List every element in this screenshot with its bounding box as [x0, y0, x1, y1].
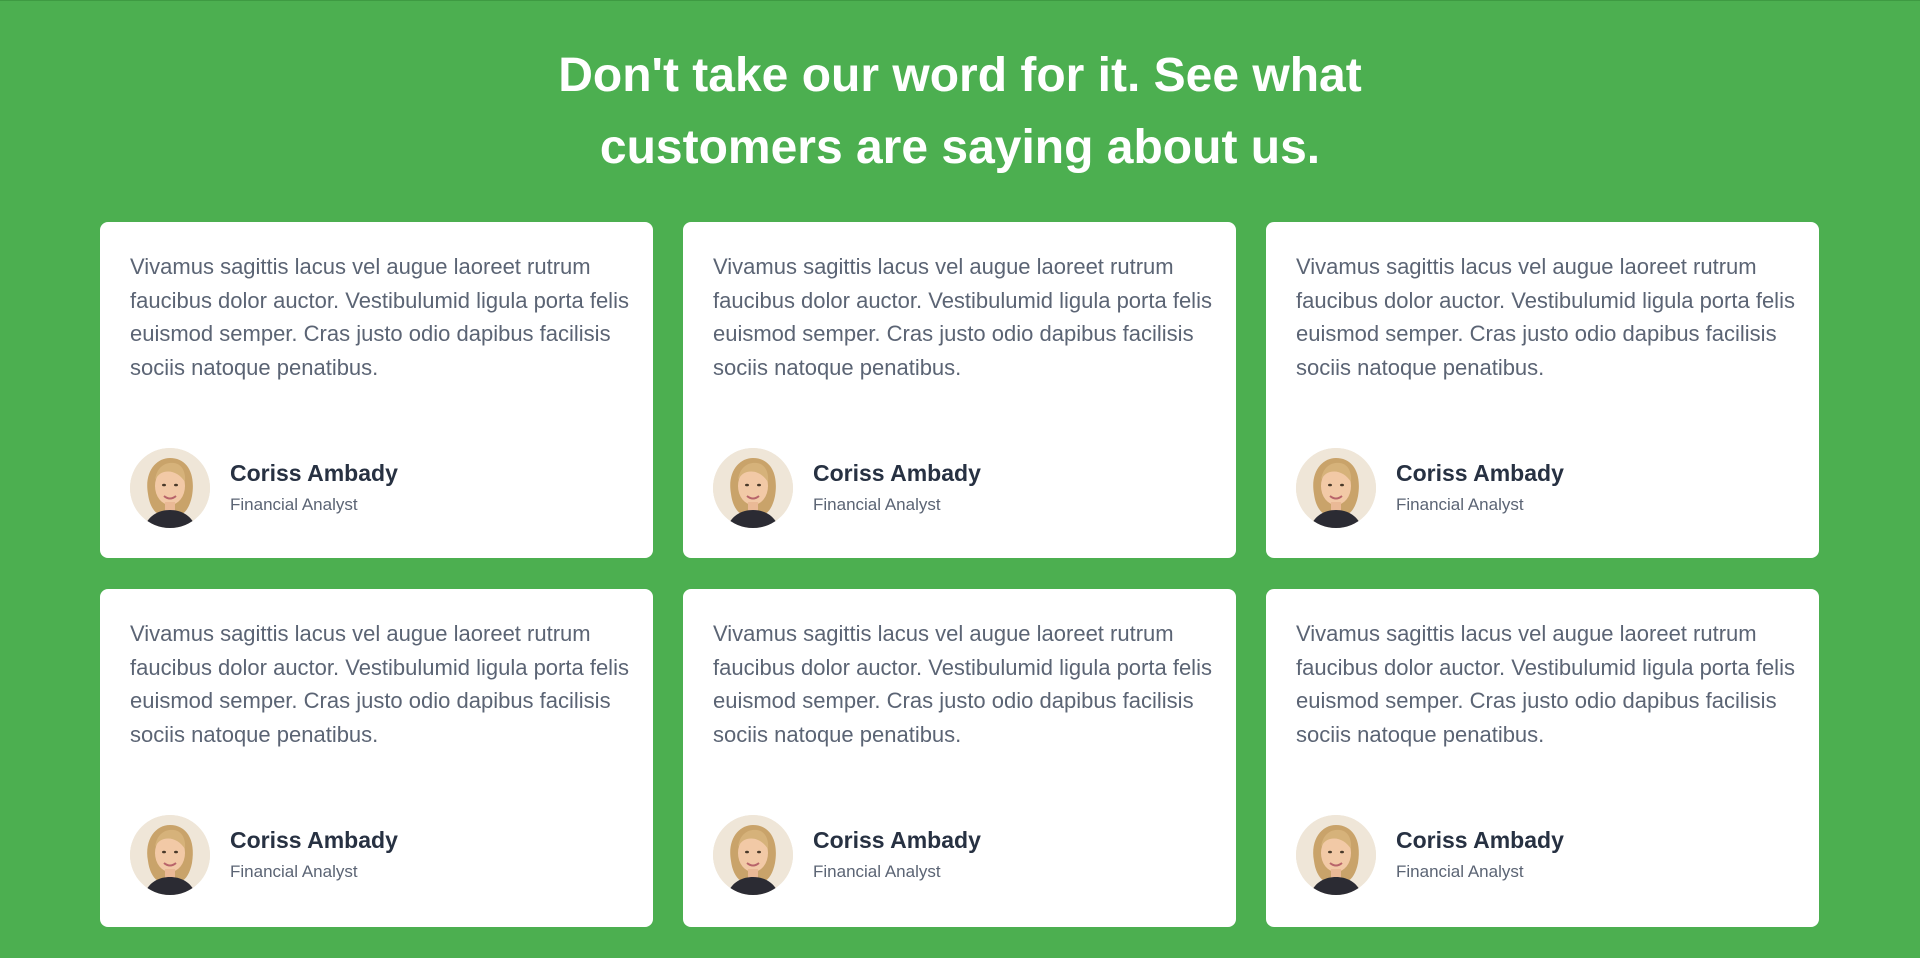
testimonial-card: Vivamus sagittis lacus vel augue laoreet… [1266, 222, 1819, 558]
person-avatar-icon [1296, 448, 1376, 528]
author-role: Financial Analyst [1396, 495, 1524, 514]
person-avatar-icon [713, 815, 793, 895]
testimonial-quote: Vivamus sagittis lacus vel augue laoreet… [130, 621, 629, 747]
testimonials-section: Don't take our word for it. See what cus… [0, 0, 1920, 958]
testimonial-author: Coriss Ambady Financial Analyst [130, 448, 623, 528]
author-name: Coriss Ambady [813, 460, 981, 486]
author-role: Financial Analyst [813, 495, 941, 514]
author-name: Coriss Ambady [230, 827, 398, 853]
author-role: Financial Analyst [230, 862, 358, 881]
author-name: Coriss Ambady [1396, 827, 1564, 853]
testimonial-grid: Vivamus sagittis lacus vel augue laoreet… [100, 222, 1820, 927]
testimonial-card: Vivamus sagittis lacus vel augue laoreet… [100, 589, 653, 927]
testimonial-author: Coriss Ambady Financial Analyst [713, 448, 1206, 528]
testimonial-author: Coriss Ambady Financial Analyst [130, 815, 623, 895]
author-info: Coriss Ambady Financial Analyst [1396, 825, 1564, 885]
heading-line-1: Don't take our word for it. See what [558, 49, 1362, 102]
testimonial-author: Coriss Ambady Financial Analyst [713, 815, 1206, 895]
heading-line-2: customers are saying about us. [599, 121, 1321, 174]
testimonial-author: Coriss Ambady Financial Analyst [1296, 448, 1789, 528]
testimonial-quote: Vivamus sagittis lacus vel augue laoreet… [1296, 254, 1795, 380]
testimonial-card: Vivamus sagittis lacus vel augue laoreet… [683, 222, 1236, 558]
author-role: Financial Analyst [813, 862, 941, 881]
testimonial-quote: Vivamus sagittis lacus vel augue laoreet… [713, 254, 1212, 380]
author-role: Financial Analyst [230, 495, 358, 514]
author-info: Coriss Ambady Financial Analyst [230, 825, 398, 885]
person-avatar-icon [130, 448, 210, 528]
section-heading: Don't take our word for it. See what cus… [460, 40, 1460, 184]
testimonial-author: Coriss Ambady Financial Analyst [1296, 815, 1789, 895]
testimonial-card: Vivamus sagittis lacus vel augue laoreet… [100, 222, 653, 558]
author-info: Coriss Ambady Financial Analyst [813, 825, 981, 885]
author-info: Coriss Ambady Financial Analyst [813, 458, 981, 518]
testimonial-card: Vivamus sagittis lacus vel augue laoreet… [1266, 589, 1819, 927]
author-name: Coriss Ambady [813, 827, 981, 853]
author-name: Coriss Ambady [1396, 460, 1564, 486]
testimonial-quote: Vivamus sagittis lacus vel augue laoreet… [130, 254, 629, 380]
author-name: Coriss Ambady [230, 460, 398, 486]
person-avatar-icon [1296, 815, 1376, 895]
author-info: Coriss Ambady Financial Analyst [230, 458, 398, 518]
testimonial-card: Vivamus sagittis lacus vel augue laoreet… [683, 589, 1236, 927]
author-role: Financial Analyst [1396, 862, 1524, 881]
person-avatar-icon [713, 448, 793, 528]
testimonial-quote: Vivamus sagittis lacus vel augue laoreet… [713, 621, 1212, 747]
person-avatar-icon [130, 815, 210, 895]
testimonial-quote: Vivamus sagittis lacus vel augue laoreet… [1296, 621, 1795, 747]
author-info: Coriss Ambady Financial Analyst [1396, 458, 1564, 518]
